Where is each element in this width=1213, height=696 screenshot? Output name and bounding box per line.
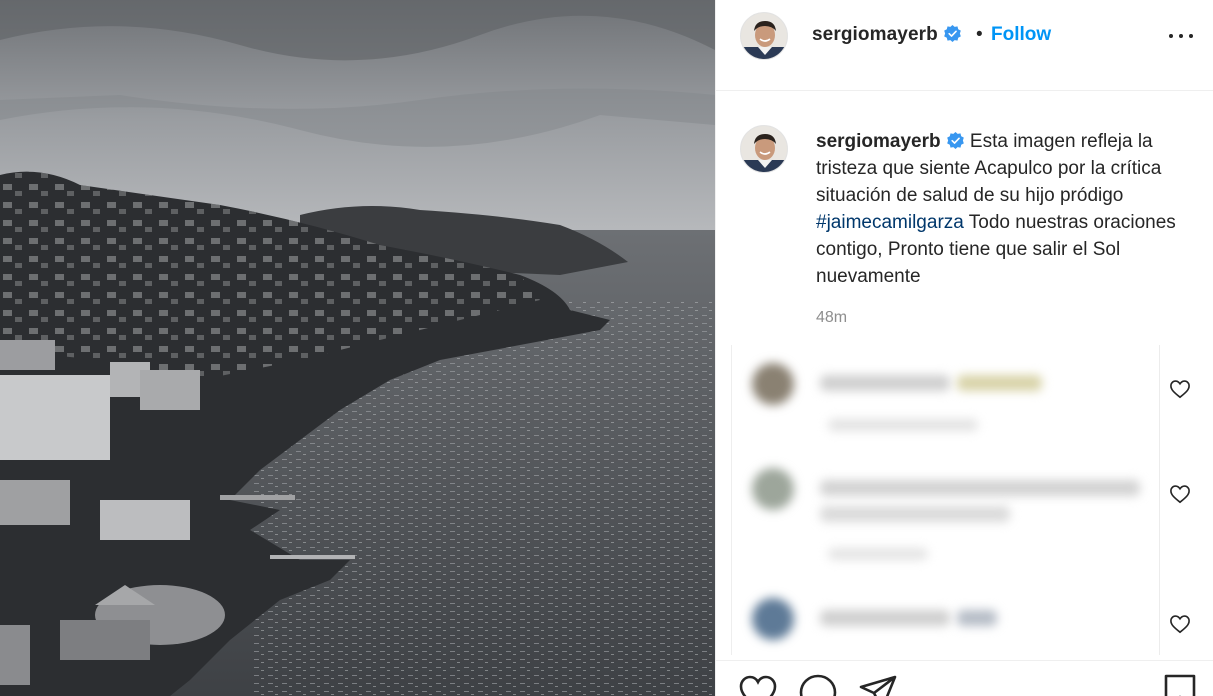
acapulco-bay-photo (0, 0, 715, 696)
post-header: sergiomayerb • Follow (716, 0, 1213, 91)
blurred-comment-meta (828, 548, 928, 560)
more-options-icon[interactable] (1168, 26, 1194, 46)
post-actions (716, 660, 1213, 696)
post-photo[interactable] (0, 0, 715, 696)
commenter-avatar[interactable] (752, 598, 794, 640)
blurred-comment-text (820, 480, 1140, 496)
caption-username[interactable]: sergiomayerb (816, 131, 941, 152)
verified-badge-icon (946, 131, 964, 150)
post-caption: sergiomayerb Esta imagen refleja la tris… (716, 91, 1213, 341)
blurred-comment-text (820, 610, 950, 626)
separator-dot: • (976, 24, 983, 45)
caption-avatar[interactable] (740, 125, 788, 173)
comment-like-icon[interactable] (1169, 484, 1191, 504)
blurred-comment-meta (828, 419, 978, 431)
comment-like-icon[interactable] (1169, 614, 1191, 634)
commenter-avatar[interactable] (752, 468, 794, 510)
commenter-avatar[interactable] (752, 363, 794, 405)
post-timestamp[interactable]: 48m (816, 309, 847, 327)
caption-text: sergiomayerb Esta imagen refleja la tris… (816, 128, 1186, 290)
verified-badge-icon (944, 24, 961, 43)
blurred-comment-text (820, 506, 1010, 522)
author-username-text[interactable]: sergiomayerb (812, 24, 938, 45)
share-icon[interactable] (858, 673, 898, 696)
post-side-panel: sergiomayerb • Follow sergiomayerb Esta … (715, 0, 1213, 696)
blurred-comment-text (957, 375, 1042, 391)
comments-list (731, 345, 1201, 655)
comment-icon[interactable] (798, 673, 838, 696)
like-icon[interactable] (738, 673, 778, 696)
profile-photo-icon (741, 13, 787, 59)
caption-hashtag-link[interactable]: #jaimecamilgarza (816, 212, 964, 233)
author-avatar[interactable] (740, 12, 788, 60)
blurred-comment-text (820, 375, 950, 391)
comments-scrollbar[interactable] (1159, 345, 1160, 655)
save-icon[interactable] (1160, 673, 1200, 696)
profile-photo-icon (741, 126, 787, 172)
follow-button[interactable]: Follow (991, 24, 1051, 46)
author-username[interactable]: sergiomayerb (812, 24, 962, 46)
comment-like-icon[interactable] (1169, 379, 1191, 399)
blurred-comment-text (957, 610, 997, 626)
